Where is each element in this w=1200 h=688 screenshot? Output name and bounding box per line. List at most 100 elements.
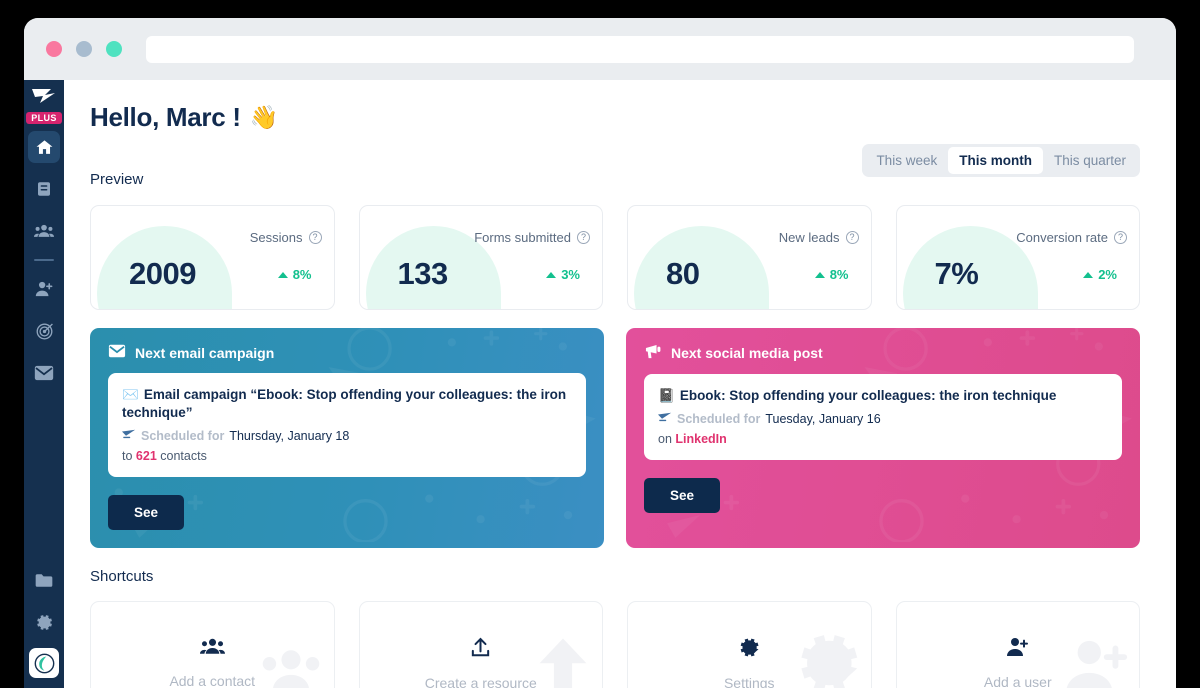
page-title: Hello, Marc ! 👋 [90, 102, 1140, 133]
period-option-this-quarter[interactable]: This quarter [1043, 147, 1137, 174]
sidebar-item-emails[interactable] [28, 357, 60, 389]
next-social-post-panel: Next social media post 📓 Ebook: Stop offe… [626, 328, 1140, 548]
shortcut-add-a-contact[interactable]: Add a contact [90, 600, 335, 688]
see-email-campaign-button[interactable]: See [108, 494, 185, 530]
kpi-card-conversion-rate[interactable]: Conversion rate ? 7% 2% [895, 205, 1140, 310]
campaign-panel-row: Next email campaign ✉️ Email campaign “Eb… [90, 328, 1140, 548]
panel-heading-text: Next social media post [671, 345, 823, 361]
browser-titlebar [24, 18, 1176, 80]
minimize-window-button[interactable] [76, 41, 92, 57]
schedule-prefix: Scheduled for [141, 428, 225, 443]
sidebar-item-files[interactable] [28, 564, 60, 596]
help-icon[interactable]: ? [845, 231, 859, 244]
audience-count: 621 [135, 448, 157, 463]
email-campaign-card[interactable]: ✉️ Email campaign “Ebook: Stop offending … [108, 373, 586, 477]
kpi-card-sessions[interactable]: Sessions ? 2009 8% [90, 205, 335, 310]
shortcut-label: Create a resource [424, 674, 537, 688]
gear-icon [35, 613, 54, 632]
people-icon [254, 643, 328, 688]
folder-icon [34, 572, 54, 589]
period-toggle: This week This month This quarter [862, 144, 1140, 177]
trend-up-icon [814, 271, 825, 278]
kpi-value: 2009 [129, 256, 196, 291]
campaign-schedule-row: Scheduled for Thursday, January 18 [122, 429, 572, 443]
preview-label: Preview [90, 171, 144, 188]
preview-header-row: Preview This week This month This quarte… [90, 133, 1140, 188]
user-plus-icon [35, 280, 54, 298]
kpi-background-blob [634, 226, 769, 309]
see-social-post-button[interactable]: See [644, 477, 721, 513]
kpi-delta-text: 8% [829, 267, 849, 282]
sidebar-item-contacts[interactable] [28, 215, 60, 247]
help-icon[interactable]: ? [1114, 231, 1127, 244]
kpi-card-forms-submitted[interactable]: Forms submitted ? 133 3% [358, 205, 603, 310]
period-option-this-month[interactable]: This month [948, 147, 1043, 174]
brand-logo[interactable] [31, 86, 57, 111]
shortcut-create-a-resource[interactable]: Create a resource [358, 600, 603, 688]
kpi-title-text: Conversion rate [1016, 230, 1108, 245]
user-plus-icon [1006, 636, 1030, 663]
sidebar-item-add-user[interactable] [28, 273, 60, 305]
megaphone-icon [644, 344, 662, 362]
help-icon[interactable]: ? [577, 231, 590, 244]
kpi-row: Sessions ? 2009 8% Forms submitted ? 133… [90, 205, 1140, 310]
gear-icon [738, 636, 761, 664]
close-window-button[interactable] [46, 41, 62, 57]
kpi-delta: 2% [1083, 267, 1117, 282]
waving-hand-icon: 👋 [249, 104, 279, 130]
shortcut-row: Add a contact Create a resource Settings… [90, 600, 1140, 688]
kpi-delta-text: 3% [561, 267, 580, 282]
address-bar[interactable] [146, 35, 1134, 63]
book-icon [35, 180, 53, 198]
shortcut-label: Add a user [983, 673, 1052, 688]
help-icon[interactable]: ? [308, 231, 322, 244]
maximize-window-button[interactable] [106, 41, 122, 57]
schedule-prefix: Scheduled for [677, 411, 761, 426]
greeting-text: Hello, Marc ! [90, 102, 241, 132]
home-icon [35, 138, 54, 157]
upload-icon [530, 633, 596, 688]
envelope-emoji-icon: ✉️ [122, 387, 139, 402]
period-option-this-week[interactable]: This week [865, 147, 948, 174]
kpi-delta: 8% [277, 267, 312, 282]
sidebar-item-dashboard[interactable] [28, 131, 60, 163]
next-email-campaign-panel: Next email campaign ✉️ Email campaign “Eb… [90, 328, 604, 548]
schedule-date: Thursday, January 18 [229, 428, 350, 443]
panel-heading: Next social media post [644, 344, 1122, 362]
kpi-delta: 8% [814, 267, 849, 282]
network-prefix: on [658, 431, 672, 446]
audience-suffix: contacts [160, 448, 207, 463]
social-post-card[interactable]: 📓 Ebook: Stop offending your colleagues: … [644, 374, 1122, 460]
app-shell: PLUS Hello, Marc ! 👋 Preview This week T… [24, 80, 1176, 688]
target-icon [35, 322, 54, 341]
shortcut-label: Add a contact [169, 672, 256, 688]
people-icon [199, 636, 225, 662]
campaign-audience-row: to 621 contacts [122, 449, 572, 463]
kpi-title-text: Sessions [249, 230, 303, 245]
user-avatar[interactable] [29, 648, 59, 678]
kpi-value: 133 [397, 256, 449, 291]
kpi-delta: 3% [546, 267, 580, 282]
post-schedule-row: Scheduled for Tuesday, January 16 [658, 412, 1108, 426]
kpi-title: New leads ? [779, 230, 859, 245]
kpi-card-new-leads[interactable]: New leads ? 80 8% [627, 205, 872, 310]
gear-icon [793, 627, 865, 688]
kpi-delta-text: 2% [1098, 267, 1117, 282]
sidebar-item-targets[interactable] [28, 315, 60, 347]
kpi-title-text: Forms submitted [474, 230, 571, 245]
network-name: LinkedIn [675, 431, 727, 446]
envelope-icon [108, 344, 126, 361]
shortcut-settings[interactable]: Settings [627, 600, 872, 688]
shortcut-label: Settings [723, 674, 775, 688]
sidebar-item-settings[interactable] [28, 606, 60, 638]
shortcut-add-a-user[interactable]: Add a user [895, 600, 1140, 688]
paper-plane-icon [658, 412, 672, 426]
campaign-title-row: ✉️ Email campaign “Ebook: Stop offending … [122, 386, 572, 422]
sidebar-item-resources[interactable] [28, 173, 60, 205]
sidebar-divider [34, 259, 54, 261]
people-icon [34, 222, 54, 240]
post-title-row: 📓 Ebook: Stop offending your colleagues: … [658, 387, 1108, 405]
post-title: Ebook: Stop offending your colleagues: t… [679, 388, 1057, 403]
browser-window: PLUS Hello, Marc ! 👋 Preview This week T… [24, 18, 1176, 688]
sidebar: PLUS [24, 80, 64, 688]
